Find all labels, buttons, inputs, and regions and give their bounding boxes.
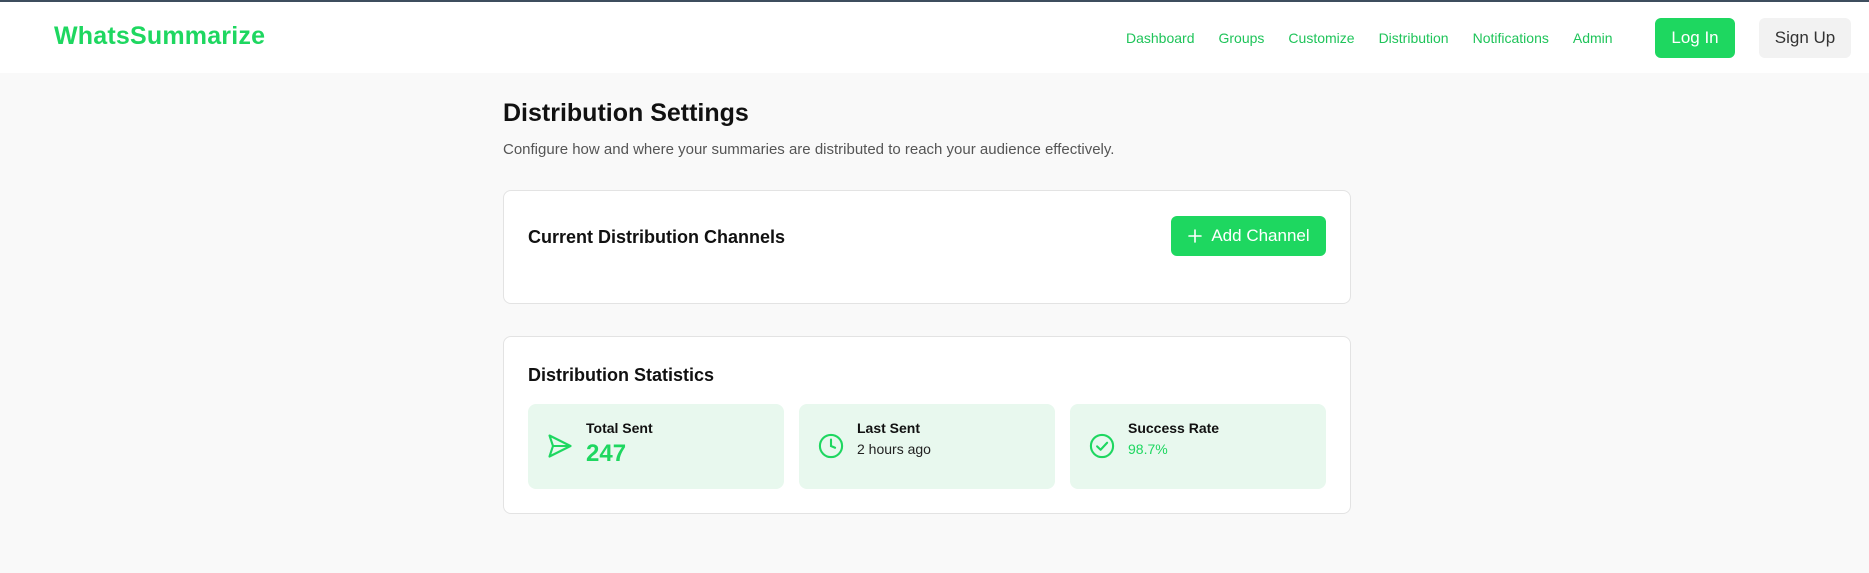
nav-link-admin[interactable]: Admin xyxy=(1573,29,1613,47)
distribution-channels-card: Current Distribution Channels Add Channe… xyxy=(503,190,1351,304)
distribution-statistics-card: Distribution Statistics Total Sent 247 L… xyxy=(503,336,1351,514)
page-title: Distribution Settings xyxy=(503,99,749,127)
signup-button[interactable]: Sign Up xyxy=(1759,18,1851,58)
nav-link-dashboard[interactable]: Dashboard xyxy=(1126,29,1195,47)
stat-label: Last Sent xyxy=(857,420,921,436)
stat-total-sent: Total Sent 247 xyxy=(528,404,784,489)
nav-link-distribution[interactable]: Distribution xyxy=(1379,29,1449,47)
clock-icon xyxy=(818,433,844,459)
nav-link-notifications[interactable]: Notifications xyxy=(1473,29,1549,47)
send-icon xyxy=(548,434,572,458)
stat-success-rate: Success Rate 98.7% xyxy=(1070,404,1326,489)
plus-icon xyxy=(1188,229,1203,243)
stat-value: 2 hours ago xyxy=(857,441,931,457)
check-circle-icon xyxy=(1089,433,1115,459)
login-button[interactable]: Log In xyxy=(1655,18,1735,58)
app-logo[interactable]: WhatsSummarize xyxy=(54,22,265,51)
nav-links: Dashboard Groups Customize Distribution … xyxy=(1126,29,1637,47)
nav-link-customize[interactable]: Customize xyxy=(1288,29,1354,47)
add-channel-button[interactable]: Add Channel xyxy=(1171,216,1326,256)
stat-label: Success Rate xyxy=(1128,420,1220,436)
page-description: Configure how and where your summaries a… xyxy=(503,141,1115,158)
add-channel-label: Add Channel xyxy=(1211,226,1310,245)
stats-card-title: Distribution Statistics xyxy=(528,365,715,385)
stat-value: 98.7% xyxy=(1128,441,1168,457)
navbar: WhatsSummarize Dashboard Groups Customiz… xyxy=(0,2,1869,73)
stat-value: 247 xyxy=(586,440,627,467)
stat-last-sent: Last Sent 2 hours ago xyxy=(799,404,1055,489)
stat-label: Total Sent xyxy=(586,420,653,436)
nav-link-groups[interactable]: Groups xyxy=(1219,29,1265,47)
channels-card-title: Current Distribution Channels xyxy=(528,227,786,247)
